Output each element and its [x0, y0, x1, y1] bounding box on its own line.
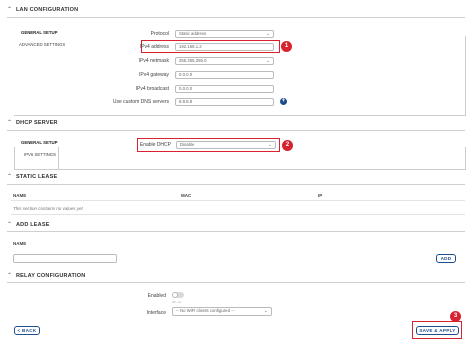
chevron-down-icon: ⌄ — [263, 308, 268, 314]
collapse-chevron-icon[interactable]: ⌃ — [7, 221, 12, 228]
relay-enabled-toggle[interactable] — [172, 292, 184, 298]
protocol-label: Protocol — [150, 31, 169, 37]
lan-section-title: LAN CONFIGURATION — [16, 7, 79, 13]
save-apply-button[interactable]: SAVE & APPLY — [416, 326, 459, 335]
divider — [7, 17, 465, 18]
tab-border — [14, 147, 59, 170]
ipv4-address-label: IPv4 address — [139, 44, 169, 50]
chevron-down-icon: ⌄ — [267, 142, 272, 148]
divider — [7, 184, 465, 185]
column-header-ip: IP — [318, 193, 323, 198]
ipv4-netmask-select[interactable]: 255.255.255.0 ⌄ — [175, 57, 274, 65]
column-header-mac: MAC — [181, 193, 192, 198]
custom-dns-label: Use custom DNS servers — [112, 99, 169, 105]
add-lease-name-label: NAME — [13, 241, 27, 246]
ipv4-gateway-label: IPv4 gateway — [138, 72, 169, 78]
add-lease-button[interactable]: ADD — [436, 254, 456, 263]
tab-general-setup[interactable]: GENERAL SETUP — [21, 30, 57, 35]
static-lease-section-title: STATIC LEASE — [16, 174, 58, 180]
add-lease-name-input[interactable] — [13, 254, 117, 263]
divider — [7, 231, 465, 232]
enable-dhcp-label: Enable DHCP — [139, 142, 171, 148]
divider — [7, 282, 465, 283]
collapse-chevron-icon[interactable]: ⌃ — [7, 119, 12, 126]
relay-interface-select[interactable]: -- No WiFi clients configured -- ⌄ — [172, 307, 272, 316]
collapse-chevron-icon[interactable]: ⌃ — [7, 272, 12, 279]
tab-dhcp-general-setup[interactable]: GENERAL SETUP — [21, 140, 57, 145]
divider — [11, 200, 465, 201]
ipv4-netmask-label: IPv4 netmask — [138, 58, 169, 64]
chevron-down-icon: ⌄ — [265, 58, 270, 64]
ipv4-broadcast-label: IPv4 broadcast — [135, 86, 169, 92]
dhcp-section-title: DHCP SERVER — [16, 120, 58, 126]
toggle-knob — [172, 292, 178, 298]
ipv4-gateway-input[interactable]: 0.0.0.0 — [175, 71, 274, 79]
chevron-down-icon: ⌄ — [265, 31, 270, 37]
custom-dns-input[interactable]: 8.8.8.8 — [175, 98, 274, 106]
relay-section-title: RELAY CONFIGURATION — [16, 273, 86, 279]
enable-dhcp-select[interactable]: Disable ⌄ — [176, 141, 276, 149]
empty-table-message: This section contains no values yet — [13, 206, 83, 211]
toggle-state-text: off - on — [172, 300, 182, 304]
callout-badge-3: 3 — [450, 311, 461, 322]
back-button[interactable]: < BACK — [14, 326, 40, 335]
collapse-chevron-icon[interactable]: ⌃ — [7, 6, 12, 13]
ipv4-broadcast-input[interactable]: 0.0.0.0 — [175, 85, 274, 93]
ipv4-address-input[interactable]: 192.168.1.2 — [175, 43, 274, 51]
callout-badge-2: 2 — [282, 140, 293, 151]
callout-badge-1: 1 — [281, 41, 292, 52]
divider — [11, 214, 465, 215]
protocol-select[interactable]: Static address ⌄ — [175, 30, 274, 38]
collapse-chevron-icon[interactable]: ⌃ — [7, 173, 12, 180]
add-dns-icon[interactable]: + — [280, 98, 287, 105]
column-header-name: NAME — [13, 193, 27, 198]
relay-enabled-label: Enabled — [147, 293, 166, 299]
relay-interface-label: Interface — [146, 310, 166, 316]
divider — [7, 130, 465, 131]
add-lease-section-title: ADD LEASE — [16, 222, 50, 228]
